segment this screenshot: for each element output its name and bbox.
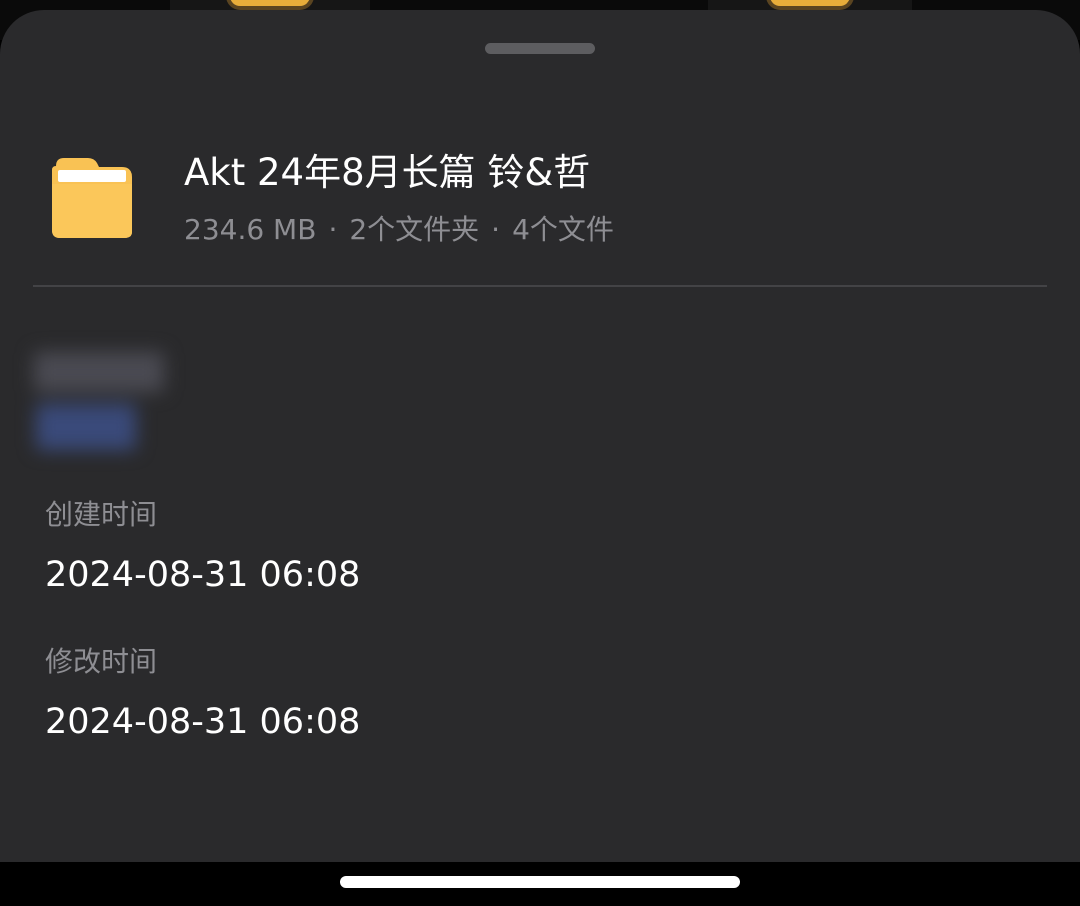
- redacted-location-block: [28, 340, 178, 470]
- divider: [33, 285, 1047, 287]
- file-count: 4个文件: [512, 213, 614, 246]
- modified-time-value: 2024-08-31 06:08: [45, 702, 361, 742]
- background-folder-icon: [226, 0, 314, 10]
- folder-size: 234.6 MB: [184, 213, 317, 246]
- folder-summary: 234.6 MB · 2个文件夹 · 4个文件: [184, 212, 614, 248]
- created-time-value: 2024-08-31 06:08: [45, 555, 361, 595]
- folder-details-sheet: Akt 24年8月长篇 铃&哲 234.6 MB · 2个文件夹 · 4个文件 创建时间…: [0, 10, 1080, 862]
- meta-separator: ·: [328, 213, 338, 246]
- background-folder-icon: [766, 0, 854, 10]
- system-navigation-bar: [0, 862, 1080, 906]
- folder-icon: [52, 158, 132, 238]
- folder-name: Akt 24年8月长篇 铃&哲: [184, 151, 591, 194]
- modified-time-label: 修改时间: [45, 645, 158, 678]
- created-time-label: 创建时间: [45, 498, 158, 531]
- drag-handle[interactable]: [485, 43, 595, 54]
- home-indicator[interactable]: [340, 876, 740, 888]
- subfolder-count: 2个文件夹: [349, 213, 480, 246]
- meta-separator: ·: [491, 213, 501, 246]
